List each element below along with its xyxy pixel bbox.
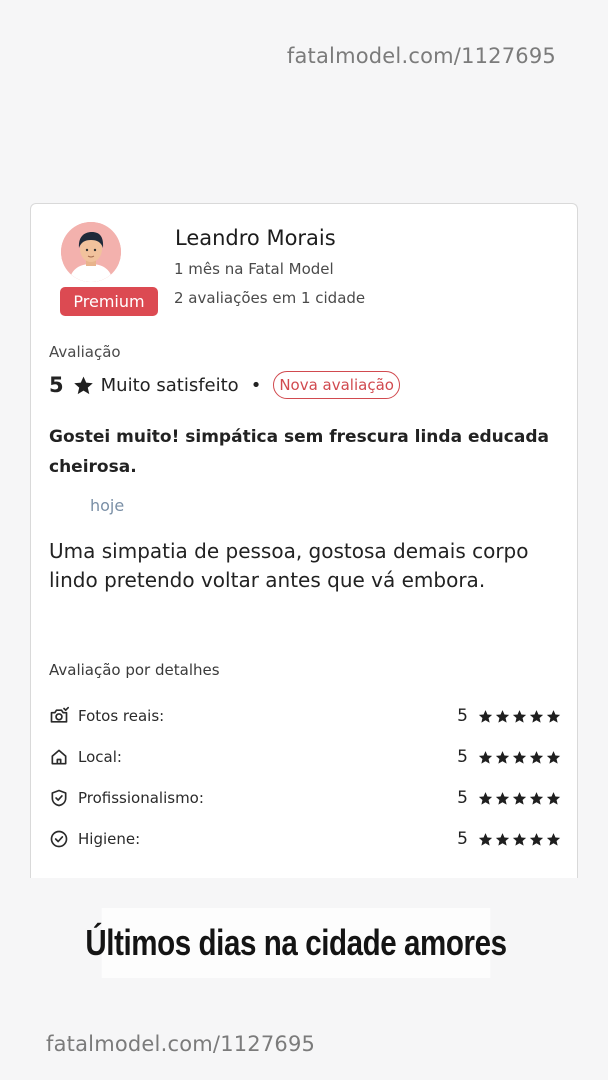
rating-score: 5 — [49, 373, 64, 397]
star-icon — [512, 750, 527, 764]
rating-label: Muito satisfeito — [100, 374, 239, 396]
detail-stars — [478, 791, 561, 806]
star-icon — [478, 709, 493, 723]
new-review-badge: Nova avaliação — [273, 371, 400, 399]
review-card: Premium Leandro Morais 1 mês na Fatal Mo… — [30, 203, 578, 878]
detail-stars — [478, 832, 561, 847]
member-since: 1 mês na Fatal Model — [174, 260, 334, 278]
circle-check-icon — [50, 830, 68, 848]
home-icon — [51, 749, 67, 765]
detail-row-local: Local: 5 — [49, 745, 561, 769]
detail-stars — [478, 750, 561, 765]
star-icon — [512, 709, 527, 723]
separator-dot: • — [250, 374, 262, 396]
detail-score: 5 — [457, 829, 468, 849]
camera-check-icon — [50, 706, 69, 723]
detail-score: 5 — [457, 706, 468, 726]
detail-stars — [478, 709, 561, 724]
review-comment: Uma simpatia de pessoa, gostosa demais c… — [49, 539, 529, 592]
star-icon — [529, 832, 544, 846]
reviews-summary: 2 avaliações em 1 cidade — [174, 289, 366, 307]
shield-check-icon — [51, 789, 67, 807]
detail-score: 5 — [457, 788, 468, 808]
star-icon — [478, 750, 493, 764]
detail-score: 5 — [457, 747, 468, 767]
star-icon — [546, 750, 561, 764]
reviewer-name[interactable]: Leandro Morais — [175, 226, 336, 250]
star-icon — [478, 832, 493, 846]
star-icon — [529, 709, 544, 723]
star-icon — [546, 832, 561, 846]
watermark-url-bottom: fatalmodel.com/1127695 — [46, 1032, 316, 1056]
star-icon — [73, 376, 93, 394]
star-icon — [478, 791, 493, 805]
detail-row-profissionalismo: Profissionalismo: 5 — [49, 786, 561, 810]
star-icon — [512, 791, 527, 805]
detail-label: Higiene: — [78, 830, 141, 848]
man-avatar-icon — [61, 222, 121, 282]
detail-row-fotos-reais: Fotos reais: 5 — [49, 704, 561, 728]
promo-banner: Últimos dias na cidade amores — [85, 908, 507, 978]
star-icon — [495, 750, 510, 764]
premium-badge: Premium — [60, 287, 158, 316]
star-icon — [495, 791, 510, 805]
star-icon — [529, 791, 544, 805]
detail-label: Local: — [78, 748, 122, 766]
details-title: Avaliação por detalhes — [49, 661, 220, 679]
star-icon — [512, 832, 527, 846]
rating-row: 5 Muito satisfeito • Nova avaliação — [49, 370, 400, 400]
star-icon — [495, 832, 510, 846]
detail-row-higiene: Higiene: 5 — [49, 827, 561, 851]
review-timestamp: hoje — [90, 496, 125, 515]
detail-label: Profissionalismo: — [78, 789, 204, 807]
review-headline: Gostei muito! simpática sem frescura lin… — [49, 427, 549, 477]
star-icon — [529, 750, 544, 764]
star-icon — [546, 709, 561, 723]
detail-label: Fotos reais: — [78, 707, 165, 725]
rating-caption: Avaliação — [49, 343, 121, 361]
watermark-url-top: fatalmodel.com/1127695 — [286, 44, 556, 68]
star-icon — [546, 791, 561, 805]
star-icon — [495, 709, 510, 723]
